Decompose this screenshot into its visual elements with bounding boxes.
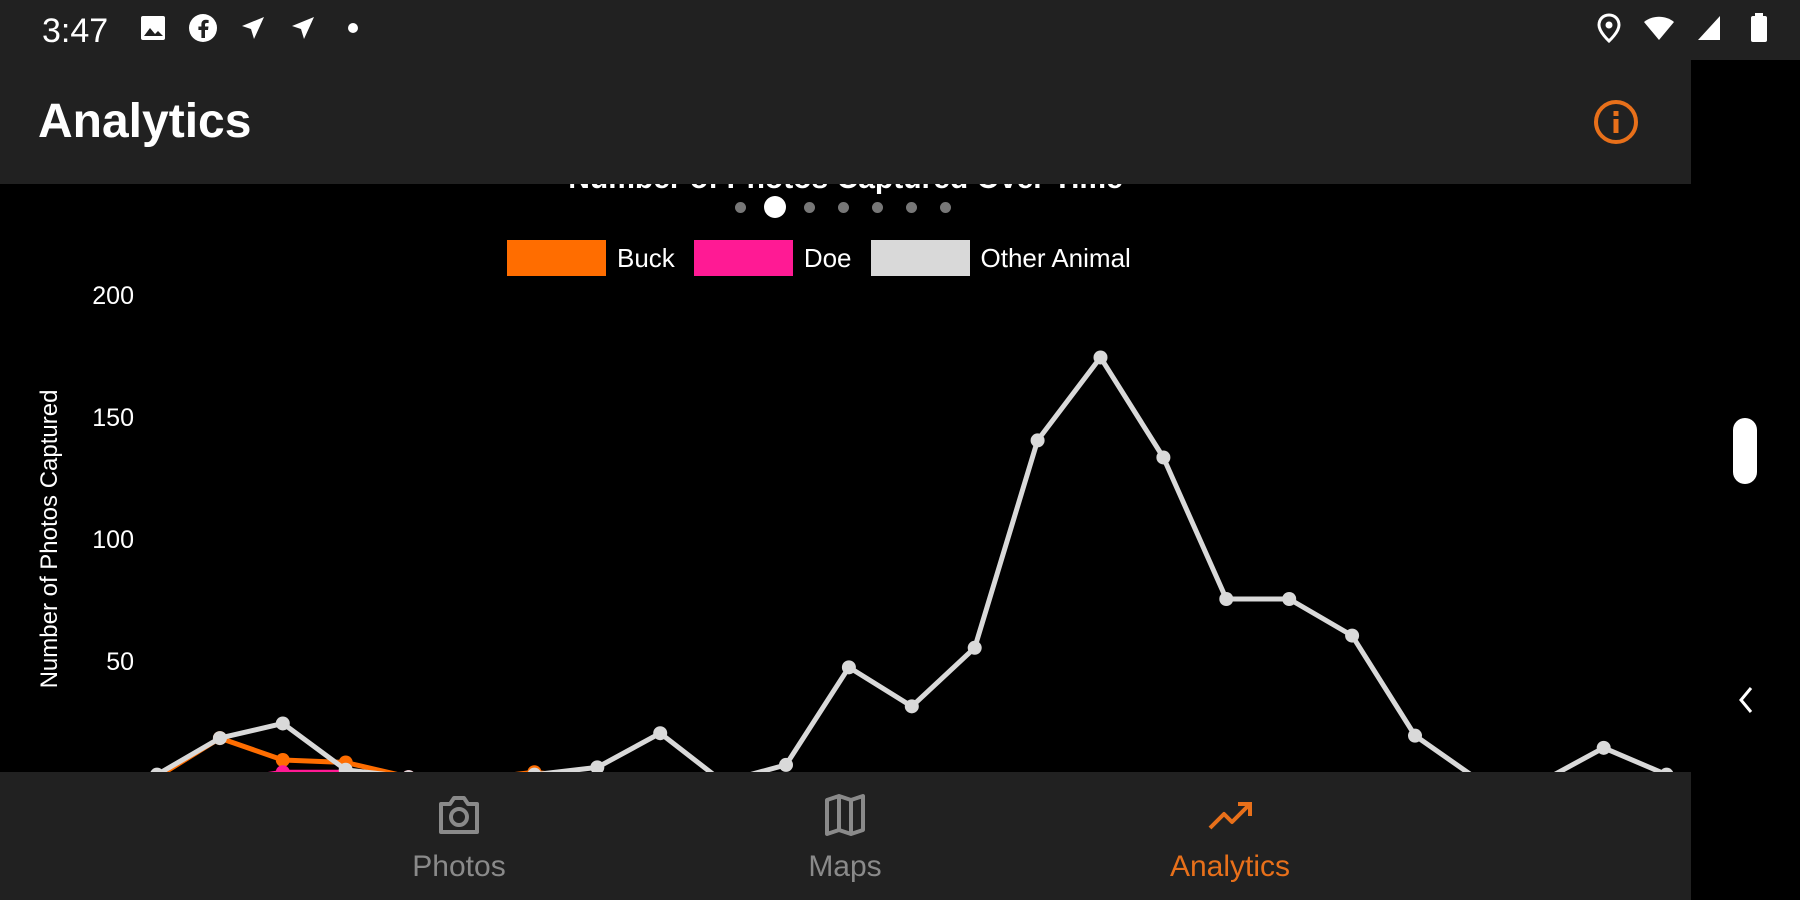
legend-label: Other Animal xyxy=(980,242,1131,273)
data-point-other-animal xyxy=(1596,740,1611,755)
nav-label: Analytics xyxy=(1169,850,1291,883)
chart-legend: Buck Doe Other Animal xyxy=(507,240,1150,276)
dot-icon xyxy=(338,13,368,43)
bottom-navigation: Photos Maps Analytics xyxy=(0,772,1691,900)
legend-item-buck[interactable]: Buck xyxy=(507,240,675,276)
data-point-other-animal xyxy=(275,716,290,731)
navigation-icon xyxy=(238,13,268,43)
facebook-icon xyxy=(188,13,218,43)
data-point-other-animal xyxy=(1282,592,1297,606)
legend-swatch-other-animal xyxy=(870,240,970,276)
data-point-other-animal xyxy=(1345,628,1360,643)
chart-area: 50 100 150 200 Number of Photos Captured Num… xyxy=(0,184,1691,772)
y-axis-label: Number of Photos Captured xyxy=(36,390,63,689)
data-point-other-animal xyxy=(1156,450,1171,465)
y-tick-label: 150 xyxy=(92,404,134,432)
battery-icon xyxy=(1743,12,1775,44)
data-point-other-animal xyxy=(1219,592,1234,606)
legend-swatch-buck xyxy=(507,240,606,276)
chart-title: Number of Photos Captured Over Time xyxy=(0,184,1691,196)
y-tick-label: 100 xyxy=(92,526,134,554)
data-point-other-animal xyxy=(653,726,668,741)
series-line-buck xyxy=(160,735,555,772)
app-bar: Analytics xyxy=(0,60,1691,184)
page-dot[interactable] xyxy=(872,201,883,213)
location-pin-icon xyxy=(1593,12,1625,44)
nav-item-maps[interactable]: Maps xyxy=(725,792,965,884)
image-icon xyxy=(138,13,168,43)
data-point-other-animal xyxy=(1030,433,1045,448)
page-dot-active[interactable] xyxy=(764,196,786,218)
legend-item-doe[interactable]: Doe xyxy=(693,240,852,276)
signal-icon xyxy=(1693,12,1725,44)
info-icon[interactable] xyxy=(1592,98,1640,146)
status-bar: 3:47 xyxy=(0,0,1800,60)
data-point-other-animal xyxy=(1093,350,1108,365)
screen: Analytics 50 100 150 200 Number of Photos Ca… xyxy=(0,0,1691,900)
legend-swatch-doe xyxy=(693,240,793,276)
data-point-buck xyxy=(275,753,290,768)
camera-icon xyxy=(439,796,479,834)
data-point-other-animal xyxy=(967,640,982,655)
system-icons xyxy=(1593,12,1775,44)
series-line-other-animal xyxy=(156,354,1667,772)
data-point-other-animal xyxy=(212,731,227,746)
page-dot[interactable] xyxy=(940,201,951,213)
data-point-other-animal xyxy=(904,699,919,714)
data-point-doe xyxy=(275,765,290,772)
page-dot[interactable] xyxy=(804,201,815,213)
data-point-other-animal xyxy=(1408,728,1422,743)
scroll-handle[interactable] xyxy=(1733,418,1757,484)
page-dot[interactable] xyxy=(838,201,849,213)
page-indicator[interactable] xyxy=(735,196,951,218)
legend-label: Buck xyxy=(617,242,675,273)
legend-item-other-animal[interactable]: Other Animal xyxy=(870,240,1131,276)
status-time: 3:47 xyxy=(42,12,109,50)
data-point-other-animal xyxy=(779,757,793,772)
legend-label: Doe xyxy=(803,242,852,273)
navigation-icon xyxy=(288,13,318,43)
y-tick-label: 50 xyxy=(106,648,134,676)
data-point-other-animal xyxy=(841,660,856,675)
chevron-left-icon[interactable] xyxy=(1733,683,1759,717)
nav-label: Maps xyxy=(808,850,882,883)
notification-icons xyxy=(138,13,368,43)
map-icon xyxy=(825,794,865,836)
page-dot[interactable] xyxy=(735,201,746,213)
nav-item-photos[interactable]: Photos xyxy=(339,792,579,884)
y-tick-label: 200 xyxy=(92,282,134,310)
page-dot[interactable] xyxy=(906,201,917,213)
nav-item-analytics[interactable]: Analytics xyxy=(1110,792,1350,884)
nav-label: Photos xyxy=(412,850,506,883)
wifi-icon xyxy=(1643,12,1675,44)
page-title: Analytics xyxy=(38,95,252,148)
trending-up-icon xyxy=(1208,802,1252,830)
